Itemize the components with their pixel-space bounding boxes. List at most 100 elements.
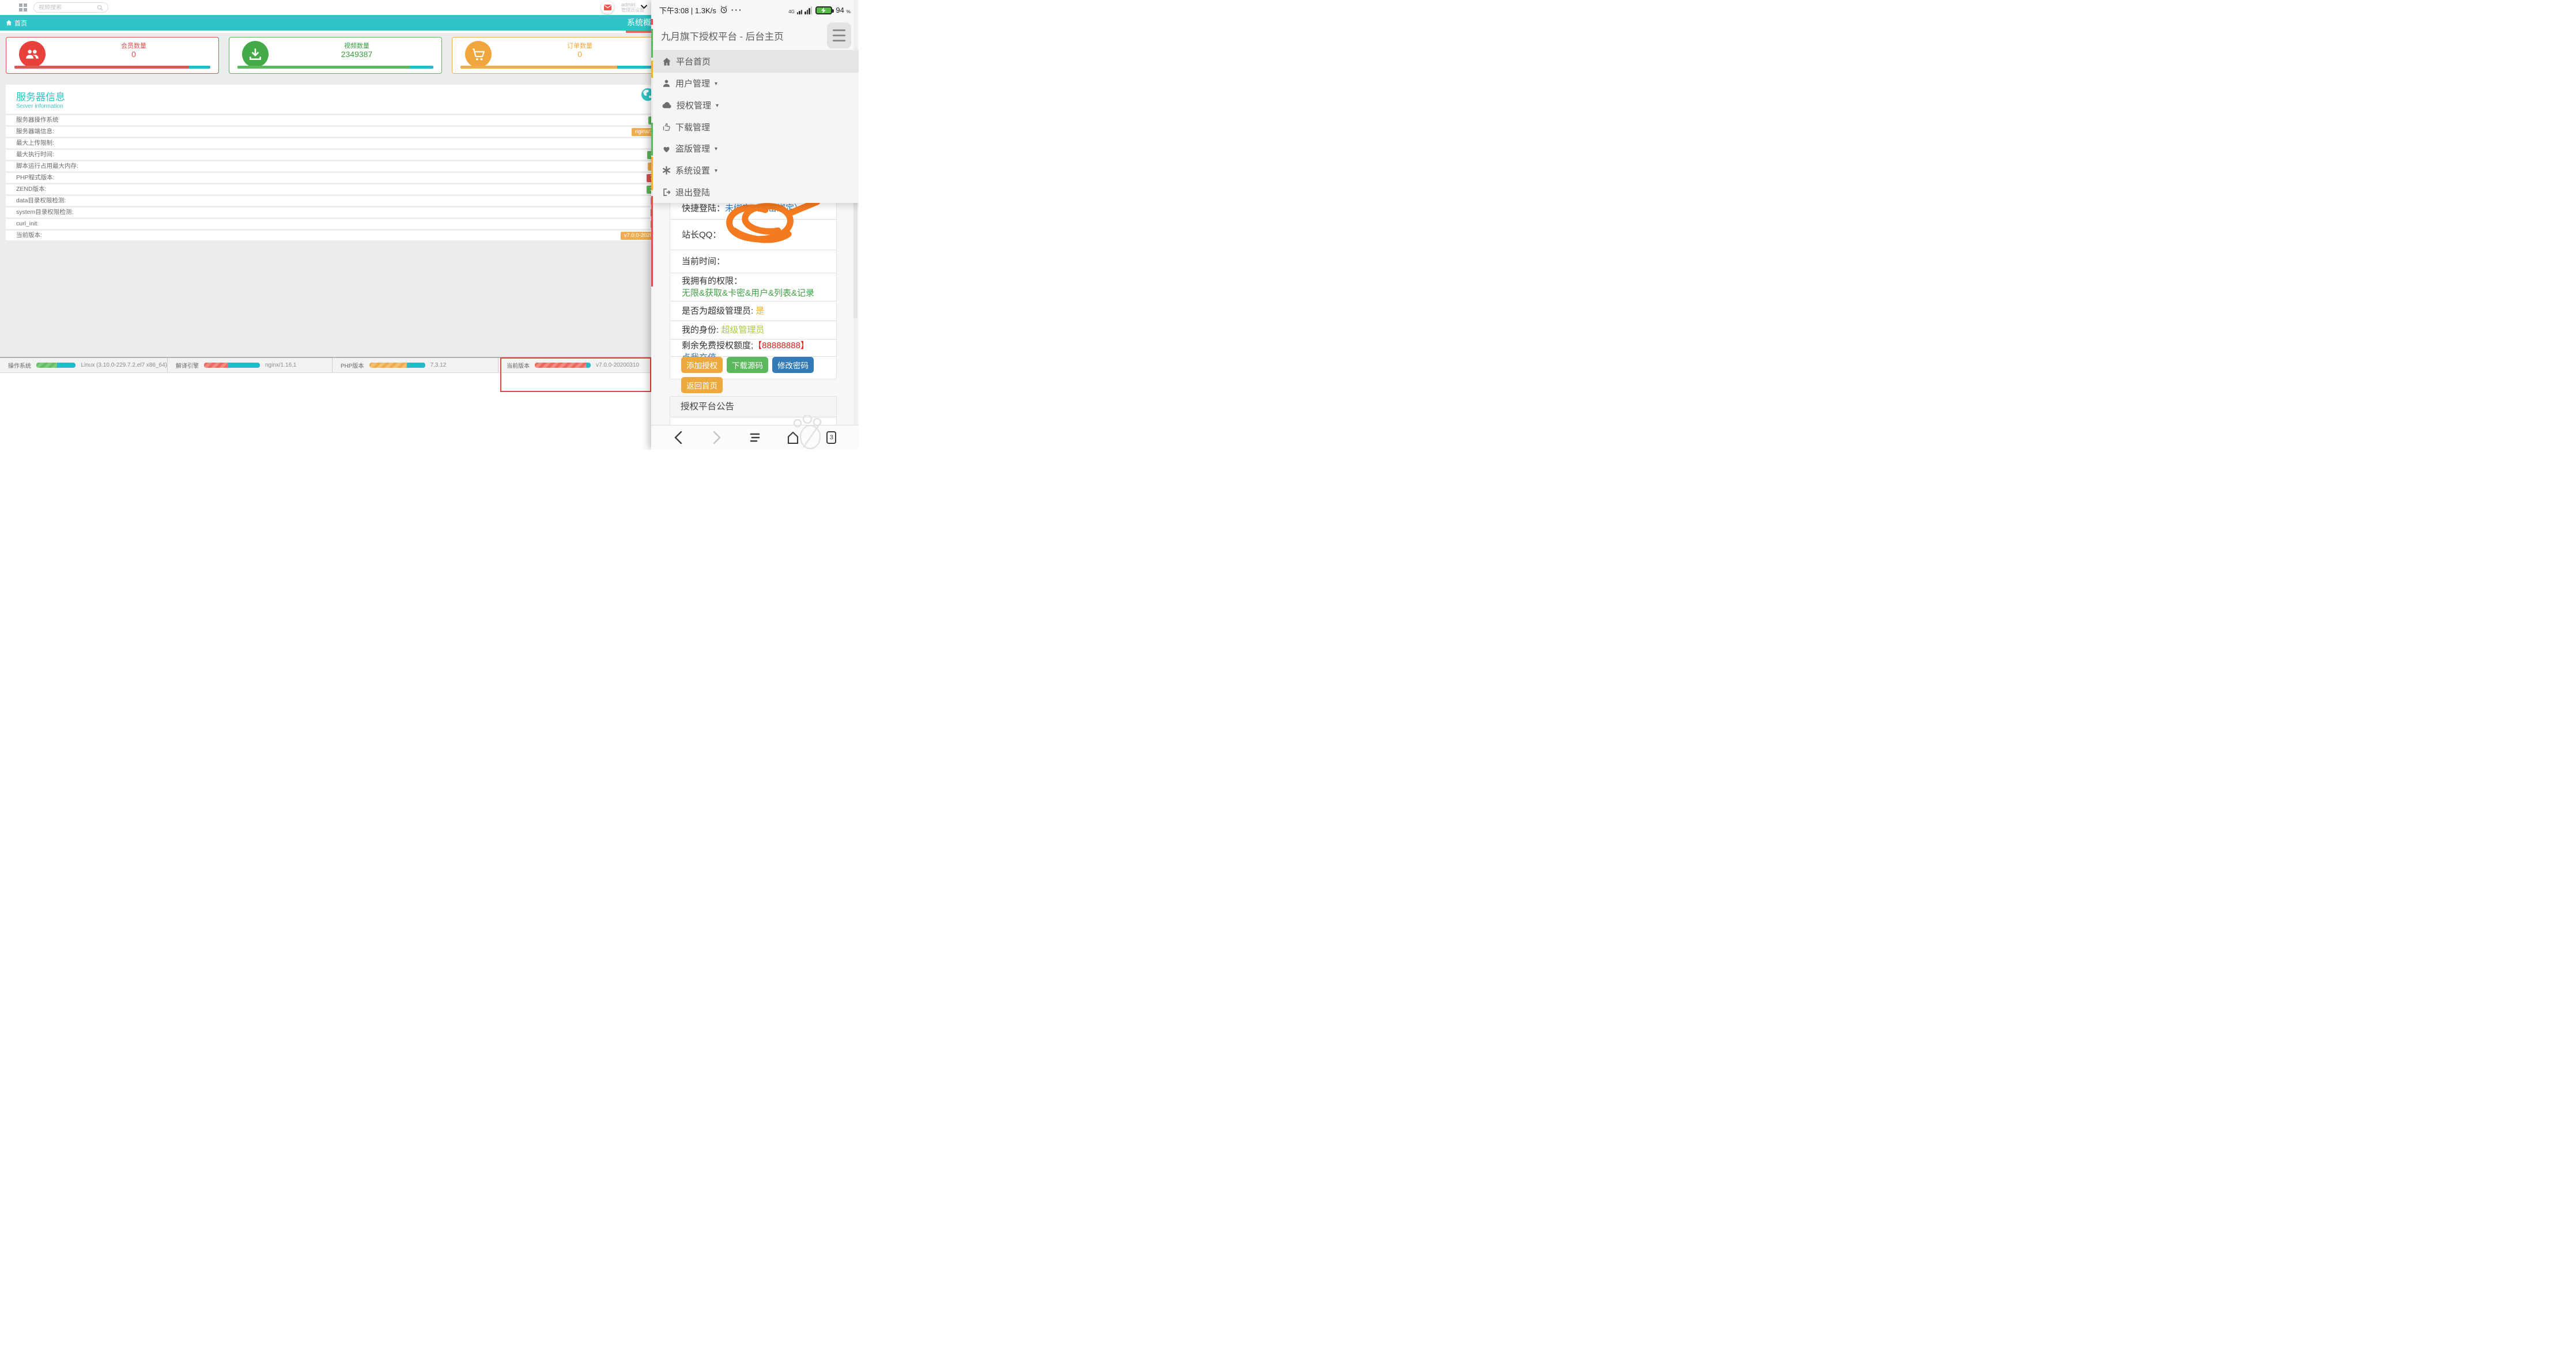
server-row: 脚本运行占用最大内存:128M [6,161,665,171]
mobile-dropdown-menu: 平台首页 用户管理▾ 授权管理▾ 下载管理 盗版管理▾ 系统设置▾ [653,51,859,203]
user-icon [662,79,671,88]
apps-grid-icon[interactable] [19,3,27,12]
menu-item-user-management[interactable]: 用户管理▾ [653,73,859,95]
quick-login-label: 快捷登陆： [682,202,725,214]
users-icon [19,41,46,67]
mobile-screenshot-panel: 下午3:08 | 1.3K/s ··· 4G 94 % 九月旗下授权平台 - 后… [651,0,859,450]
server-row: ZEND版本:3.3.12 [6,184,665,194]
stat-label: 订单数量 [501,42,659,50]
home-icon [662,57,671,66]
php-progress-bar [369,363,425,368]
asterisk-icon [662,166,671,175]
video-search-box[interactable] [33,2,108,13]
edge-sliver [651,29,653,58]
edge-sliver [651,196,653,287]
server-info-subtitle: Server information [16,103,665,110]
signal-bars-icon-small [797,10,803,14]
menu-item-logout[interactable]: 退出登陆 [653,181,859,203]
more-dots-icon: ··· [731,5,743,14]
stat-value: 2349387 [278,50,436,58]
stat-card-members[interactable]: 会员数量 0 [6,37,219,74]
time-label: 当前时间： [682,255,725,267]
mail-button[interactable] [601,1,614,14]
identity-value: 超级管理员 [721,324,764,336]
stat-progress [460,66,656,69]
current-time-row: 当前时间： [670,250,836,273]
nav-forward-button[interactable] [708,429,726,446]
battery-percent: 94 [836,6,844,14]
nav-tabs-button[interactable]: 3 [823,429,840,446]
chevron-left-icon [674,431,682,444]
chevron-down-icon[interactable] [641,5,647,9]
home-icon [6,20,12,26]
edge-sliver [651,157,653,190]
stat-progress [237,66,433,69]
mail-icon [604,5,611,10]
stat-card-videos[interactable]: 视频数量 2349387 [229,37,442,74]
caret-down-icon: ▾ [715,146,717,152]
server-info-title: 服务器信息 [16,89,665,103]
server-row: 当前版本:v7.0.0-20200310 [6,231,665,240]
status-segment-os: 操作系统 Linux (3.10.0-229.7.2.el7 x86_64) [0,358,168,372]
quota-row: 剩余免费授权额度;【88888888】 点我充值 [670,340,836,357]
notice-title: 授权平台公告 [670,397,836,417]
super-admin-value: 是 [756,305,764,317]
menu-item-download-management[interactable]: 下载管理 [653,116,859,138]
menu-item-platform-home[interactable]: 平台首页 [653,51,859,73]
download-source-button[interactable]: 下载源码 [727,357,768,373]
caret-down-icon: ▾ [715,168,717,174]
super-admin-row: 是否为超级管理员: 是 [670,302,836,321]
chevron-right-icon [713,431,721,444]
red-annotation-rectangle [500,357,651,392]
stat-value: 0 [55,50,213,58]
server-row: 最大执行时间:300秒 [6,150,665,160]
nav-back-button[interactable] [670,429,687,446]
perm-value [742,275,745,287]
menu-item-piracy-management[interactable]: 盗版管理▾ [653,138,859,160]
tab-count: 3 [826,431,836,444]
search-icon [97,5,103,11]
identity-row: 我的身份: 超级管理员 [670,321,836,340]
back-home-button[interactable]: 返回首页 [681,377,723,393]
nav-home-button[interactable] [784,429,802,446]
alarm-clock-icon [720,6,728,14]
bind-link[interactable]: 未绑定（点击绑定） [725,202,803,214]
nav-home-tab[interactable]: 首页 [0,18,27,28]
mobile-status-bar: 下午3:08 | 1.3K/s ··· 4G 94 % [651,0,859,20]
status-segment-php: PHP版本 7.3.12 [333,358,498,372]
stat-progress [14,66,210,69]
perm-label: 我拥有的权限： [682,275,742,287]
stat-label: 视频数量 [278,42,436,50]
heart-icon [662,145,671,153]
add-auth-button[interactable]: 添加授权 [681,357,723,373]
search-input[interactable] [39,5,97,11]
stat-label: 会员数量 [55,42,213,50]
hamburger-menu-button[interactable] [827,22,851,48]
home-outline-icon [787,431,799,444]
change-password-button[interactable]: 修改密码 [772,357,814,373]
qq-label: 站长QQ： [682,229,721,241]
caret-down-icon: ▾ [716,103,719,109]
edge-sliver [651,61,653,78]
network-type-label: 4G [788,10,795,14]
quota-value: 【88888888】 [753,340,809,352]
battery-icon [815,6,832,14]
server-row: 服务器端信息:nginx/1.16.1 [6,127,665,137]
menu-item-auth-management[interactable]: 授权管理▾ [653,94,859,116]
menu-lines-icon [749,432,761,443]
edge-sliver [651,123,653,156]
action-buttons-row: 添加授权 下载源码 修改密码 返回首页 [670,357,836,379]
server-info-header: 服务器信息 Server information [6,85,665,114]
engine-progress-bar [204,363,260,368]
cloud-icon [662,101,672,109]
menu-item-system-settings[interactable]: 系统设置▾ [653,160,859,182]
caret-down-icon: ▾ [715,81,717,87]
nav-home-label: 首页 [14,18,27,28]
os-progress-bar [36,363,75,368]
server-row: PHP程式版本:7.3.12 [6,173,665,183]
screenshot-root: admin 管理员设置 首页 系统概览 会员数量 0 视频数量 2349387 [0,0,859,450]
server-row: system目录权限检测:可写 [6,208,665,217]
mobile-time-and-speed: 下午3:08 | 1.3K/s [659,5,716,16]
nav-menu-button[interactable] [746,429,764,446]
stat-card-orders[interactable]: 订单数量 0 [452,37,665,74]
